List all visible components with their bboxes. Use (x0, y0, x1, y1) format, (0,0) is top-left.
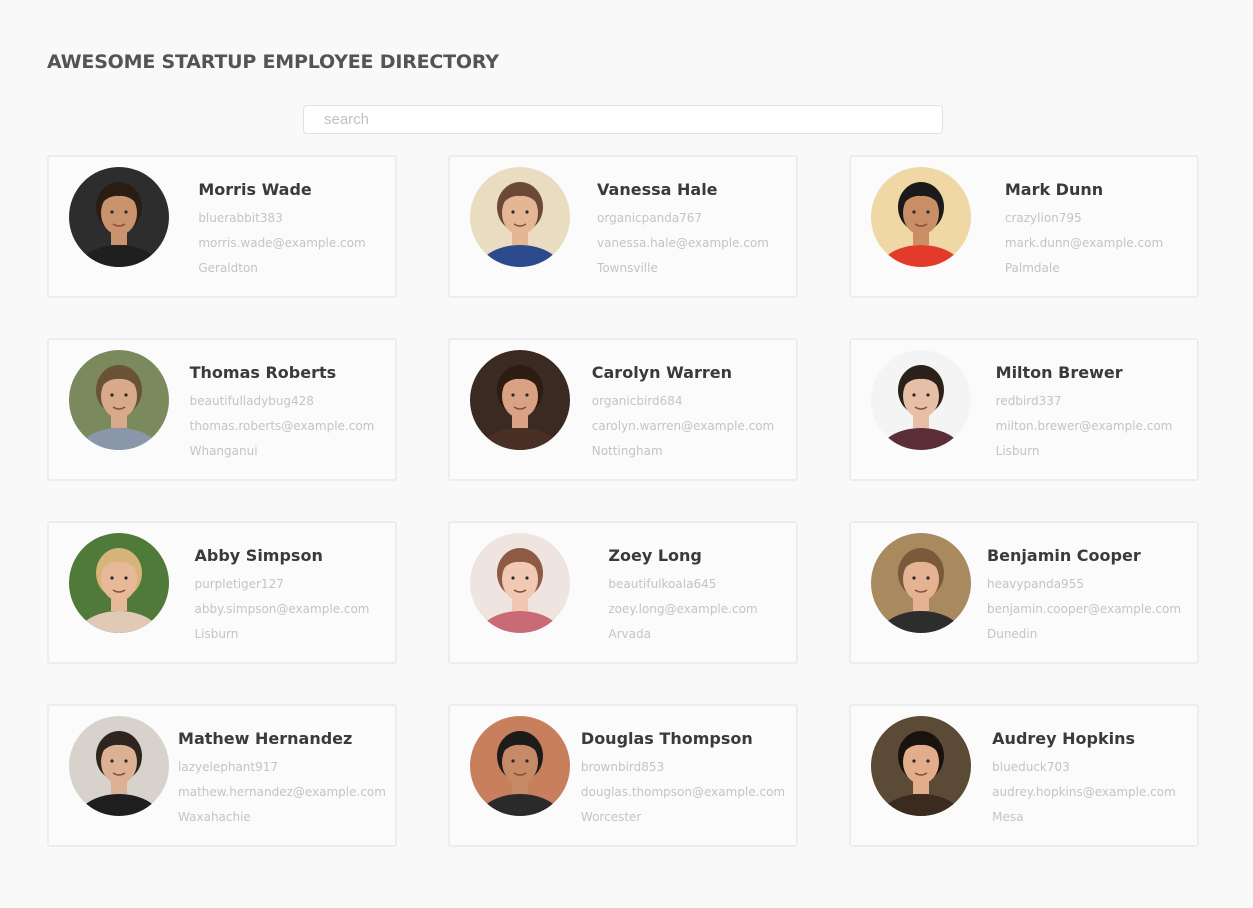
employee-card[interactable]: Vanessa Hale organicpanda767 vanessa.hal… (448, 155, 798, 298)
employee-username: heavypanda955 (986, 577, 1084, 591)
employee-name: Vanessa Hale (597, 180, 718, 199)
portrait-image (470, 533, 570, 633)
employee-email: morris.wade@example.com (198, 236, 366, 250)
avatar (871, 716, 971, 816)
employee-card[interactable]: Morris Wade bluerabbit383 morris.wade@ex… (47, 155, 397, 298)
employee-card[interactable]: Milton Brewer redbird337 milton.brewer@e… (849, 338, 1199, 481)
employee-card[interactable]: Thomas Roberts beautifulladybug428 thoma… (47, 338, 397, 481)
portrait-image (871, 167, 971, 267)
employee-email: carolyn.warren@example.com (591, 419, 775, 433)
employee-email: mark.dunn@example.com (1004, 236, 1164, 250)
employee-username: bluerabbit383 (198, 211, 283, 225)
employee-card[interactable]: Abby Simpson purpletiger127 abby.simpson… (47, 521, 397, 664)
employee-email: douglas.thompson@example.com (580, 785, 786, 799)
employee-name: Morris Wade (198, 180, 312, 199)
employee-name: Douglas Thompson (580, 729, 753, 748)
employee-city: Nottingham (591, 444, 663, 458)
employee-city: Worcester (580, 810, 642, 824)
employee-name: Benjamin Cooper (986, 546, 1141, 565)
employee-city: Townsville (597, 261, 658, 275)
employee-email: benjamin.cooper@example.com (986, 602, 1182, 616)
avatar (69, 350, 169, 450)
avatar (470, 167, 570, 267)
avatar (69, 533, 169, 633)
employee-city: Dunedin (986, 627, 1038, 641)
employee-card[interactable]: Douglas Thompson brownbird853 douglas.th… (448, 704, 798, 847)
employee-name: Milton Brewer (995, 363, 1123, 382)
employee-card[interactable]: Zoey Long beautifulkoala645 zoey.long@ex… (448, 521, 798, 664)
employee-card[interactable]: Mark Dunn crazylion795 mark.dunn@example… (849, 155, 1199, 298)
employee-username: purpletiger127 (194, 577, 284, 591)
employee-city: Lisburn (194, 627, 239, 641)
employee-city: Palmdale (1004, 261, 1060, 275)
employee-name: Mathew Hernandez (178, 729, 353, 748)
employee-username: crazylion795 (1004, 211, 1082, 225)
employee-username: redbird337 (995, 394, 1062, 408)
employee-username: brownbird853 (580, 760, 665, 774)
avatar (69, 716, 169, 816)
avatar (871, 350, 971, 450)
employee-city: Lisburn (995, 444, 1040, 458)
employee-grid: Morris Wade bluerabbit383 morris.wade@ex… (47, 155, 1199, 847)
employee-city: Mesa (992, 810, 1024, 824)
employee-city: Geraldton (198, 261, 258, 275)
employee-name: Abby Simpson (194, 546, 323, 565)
employee-name: Audrey Hopkins (992, 729, 1136, 748)
employee-username: organicpanda767 (597, 211, 703, 225)
employee-card[interactable]: Audrey Hopkins blueduck703 audrey.hopkin… (849, 704, 1199, 847)
employee-email: abby.simpson@example.com (194, 602, 370, 616)
employee-email: audrey.hopkins@example.com (992, 785, 1176, 799)
employee-card[interactable]: Benjamin Cooper heavypanda955 benjamin.c… (849, 521, 1199, 664)
employee-username: blueduck703 (992, 760, 1070, 774)
portrait-image (69, 716, 169, 816)
page-title: AWESOME STARTUP EMPLOYEE DIRECTORY (47, 51, 499, 73)
search-input[interactable] (303, 105, 943, 134)
avatar (470, 350, 570, 450)
portrait-image (470, 167, 570, 267)
portrait-image (69, 350, 169, 450)
employee-email: vanessa.hale@example.com (597, 236, 769, 250)
employee-username: lazyelephant917 (178, 760, 279, 774)
portrait-image (470, 716, 570, 816)
portrait-image (871, 716, 971, 816)
employee-name: Carolyn Warren (591, 363, 732, 382)
employee-name: Zoey Long (608, 546, 702, 565)
employee-username: organicbird684 (591, 394, 683, 408)
employee-email: thomas.roberts@example.com (189, 419, 375, 433)
employee-city: Arvada (608, 627, 651, 641)
employee-city: Whanganui (189, 444, 258, 458)
employee-username: beautifulladybug428 (189, 394, 314, 408)
portrait-image (871, 533, 971, 633)
employee-name: Thomas Roberts (189, 363, 337, 382)
employee-card[interactable]: Carolyn Warren organicbird684 carolyn.wa… (448, 338, 798, 481)
avatar (69, 167, 169, 267)
employee-city: Waxahachie (178, 810, 251, 824)
employee-email: milton.brewer@example.com (995, 419, 1173, 433)
portrait-image (69, 533, 169, 633)
employee-username: beautifulkoala645 (608, 577, 717, 591)
employee-name: Mark Dunn (1004, 180, 1104, 199)
employee-card[interactable]: Mathew Hernandez lazyelephant917 mathew.… (47, 704, 397, 847)
portrait-image (69, 167, 169, 267)
portrait-image (470, 350, 570, 450)
employee-email: zoey.long@example.com (608, 602, 758, 616)
avatar (871, 167, 971, 267)
avatar (871, 533, 971, 633)
portrait-image (871, 350, 971, 450)
avatar (470, 716, 570, 816)
employee-email: mathew.hernandez@example.com (178, 785, 386, 799)
avatar (470, 533, 570, 633)
